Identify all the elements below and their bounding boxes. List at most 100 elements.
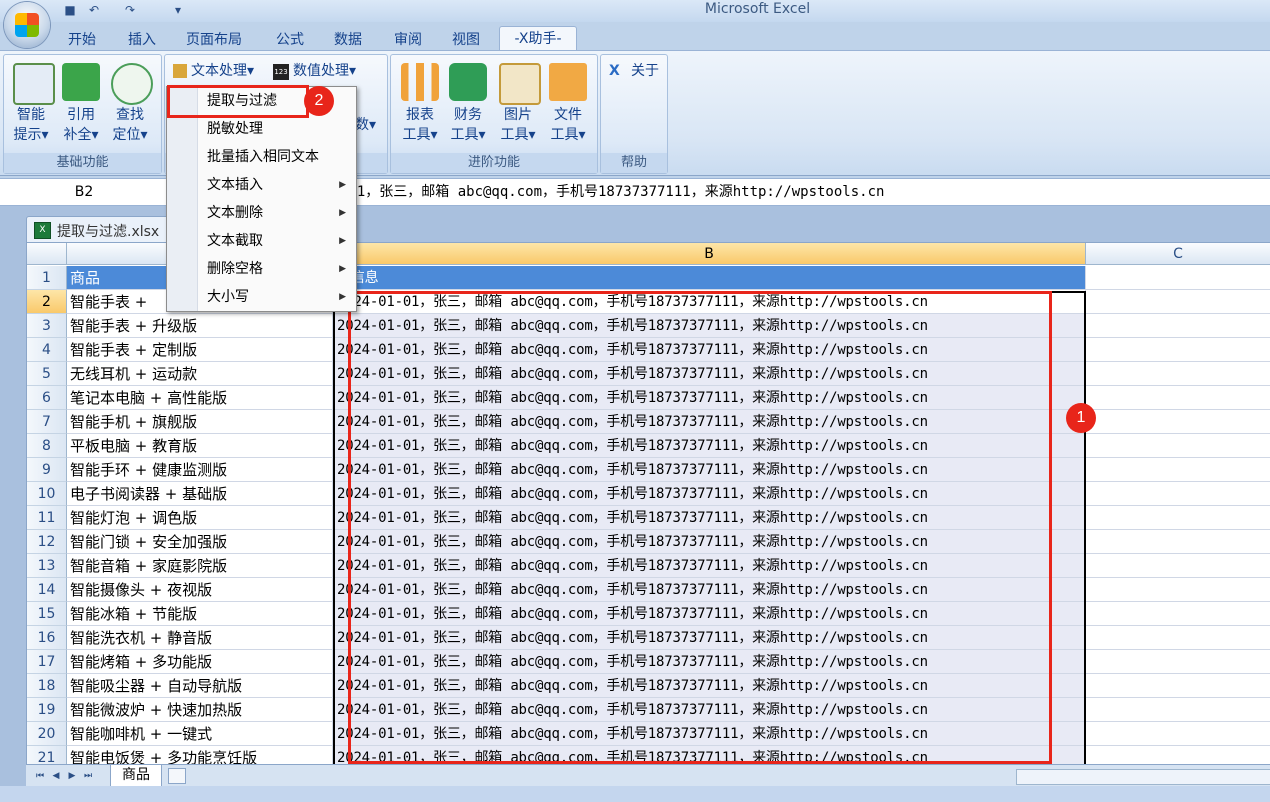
- report-tools-icon[interactable]: [401, 63, 439, 101]
- row-header[interactable]: 1: [27, 266, 67, 290]
- product-cell[interactable]: 智能手表 + 升级版: [67, 314, 333, 338]
- empty-cell[interactable]: [1086, 266, 1270, 290]
- row-header[interactable]: 14: [27, 578, 67, 602]
- product-cell[interactable]: 平板电脑 + 教育版: [67, 434, 333, 458]
- workbook-window-tab[interactable]: X 提取与过滤.xlsx: [26, 216, 178, 243]
- first-sheet-icon[interactable]: ⏮: [34, 769, 46, 783]
- row-header[interactable]: 21: [27, 746, 67, 765]
- next-sheet-icon[interactable]: ▶: [66, 769, 78, 783]
- quick-access-dropdown-icon[interactable]: ▾: [170, 3, 186, 19]
- product-cell[interactable]: 智能灯泡 + 调色版: [67, 506, 333, 530]
- row-header[interactable]: 2: [27, 290, 67, 314]
- product-cell[interactable]: 智能音箱 + 家庭影院版: [67, 554, 333, 578]
- row-header[interactable]: 7: [27, 410, 67, 434]
- empty-cell[interactable]: [1086, 746, 1270, 765]
- select-all-corner[interactable]: [27, 243, 67, 265]
- row-header[interactable]: 4: [27, 338, 67, 362]
- product-cell[interactable]: 智能摄像头 + 夜视版: [67, 578, 333, 602]
- reference-complete-icon[interactable]: [62, 63, 100, 101]
- menu-item[interactable]: 文本删除 ▶: [167, 199, 356, 227]
- product-cell[interactable]: 智能手环 + 健康监测版: [67, 458, 333, 482]
- empty-cell[interactable]: [1086, 338, 1270, 362]
- row-header[interactable]: 15: [27, 602, 67, 626]
- row-header[interactable]: 10: [27, 482, 67, 506]
- about-button[interactable]: 关于: [631, 61, 659, 81]
- row-header[interactable]: 19: [27, 698, 67, 722]
- empty-cell[interactable]: [1086, 578, 1270, 602]
- empty-cell[interactable]: [1086, 626, 1270, 650]
- empty-cell[interactable]: [1086, 698, 1270, 722]
- product-cell[interactable]: 智能洗衣机 + 静音版: [67, 626, 333, 650]
- menu-item[interactable]: 脱敏处理: [167, 115, 356, 143]
- undo-icon[interactable]: ↶: [86, 3, 102, 19]
- tab-formulas[interactable]: 公式: [276, 29, 304, 49]
- menu-item[interactable]: 文本插入 ▶: [167, 171, 356, 199]
- row-header[interactable]: 12: [27, 530, 67, 554]
- product-cell[interactable]: 智能电饭煲 + 多功能烹饪版: [67, 746, 333, 765]
- finance-tools-icon[interactable]: [449, 63, 487, 101]
- tab-x-helper[interactable]: -X助手-: [499, 26, 577, 51]
- smart-hint-icon[interactable]: [13, 63, 55, 105]
- tab-insert[interactable]: 插入: [128, 29, 156, 49]
- row-header[interactable]: 16: [27, 626, 67, 650]
- empty-cell[interactable]: [1086, 410, 1270, 434]
- tab-home[interactable]: 开始: [68, 29, 96, 49]
- empty-cell[interactable]: [1086, 314, 1270, 338]
- report-tools-label[interactable]: 报表: [397, 105, 443, 125]
- row-header[interactable]: 3: [27, 314, 67, 338]
- header-cell-purchase-info[interactable]: 买信息: [333, 266, 1086, 290]
- finance-tools-dropdown[interactable]: 工具▾: [445, 125, 491, 145]
- empty-cell[interactable]: [1086, 386, 1270, 410]
- empty-cell[interactable]: [1086, 674, 1270, 698]
- prev-sheet-icon[interactable]: ◀: [50, 769, 62, 783]
- save-icon[interactable]: ■: [62, 3, 78, 19]
- empty-cell[interactable]: [1086, 458, 1270, 482]
- insert-sheet-icon[interactable]: [168, 768, 186, 784]
- column-header-b[interactable]: B: [333, 243, 1086, 265]
- product-cell[interactable]: 智能冰箱 + 节能版: [67, 602, 333, 626]
- empty-cell[interactable]: [1086, 434, 1270, 458]
- horizontal-scrollbar[interactable]: [1016, 769, 1270, 785]
- last-sheet-icon[interactable]: ⏭: [82, 769, 94, 783]
- product-cell[interactable]: 智能门锁 + 安全加强版: [67, 530, 333, 554]
- find-locate-icon[interactable]: [111, 63, 153, 105]
- formula-input[interactable]: -01，张三，邮箱 abc@qq.com，手机号18737377111，来源ht…: [340, 179, 884, 205]
- file-tools-label[interactable]: 文件: [545, 105, 591, 125]
- image-tools-dropdown[interactable]: 工具▾: [495, 125, 541, 145]
- tab-view[interactable]: 视图: [452, 29, 480, 49]
- product-cell[interactable]: 笔记本电脑 + 高性能版: [67, 386, 333, 410]
- row-header[interactable]: 5: [27, 362, 67, 386]
- row-header[interactable]: 11: [27, 506, 67, 530]
- menu-item[interactable]: 大小写 ▶: [167, 283, 356, 311]
- row-header[interactable]: 18: [27, 674, 67, 698]
- file-tools-icon[interactable]: [549, 63, 587, 101]
- file-tools-dropdown[interactable]: 工具▾: [545, 125, 591, 145]
- product-cell[interactable]: 电子书阅读器 + 基础版: [67, 482, 333, 506]
- empty-cell[interactable]: [1086, 722, 1270, 746]
- row-header[interactable]: 6: [27, 386, 67, 410]
- empty-cell[interactable]: [1086, 602, 1270, 626]
- product-cell[interactable]: 智能微波炉 + 快速加热版: [67, 698, 333, 722]
- product-cell[interactable]: 智能手表 + 定制版: [67, 338, 333, 362]
- text-processing-button[interactable]: 文本处理▾: [191, 61, 254, 81]
- product-cell[interactable]: 无线耳机 + 运动款: [67, 362, 333, 386]
- row-header[interactable]: 13: [27, 554, 67, 578]
- product-cell[interactable]: 智能手机 + 旗舰版: [67, 410, 333, 434]
- number-processing-button[interactable]: 数值处理▾: [293, 61, 356, 81]
- row-header[interactable]: 17: [27, 650, 67, 674]
- reference-complete-label[interactable]: 引用: [58, 105, 104, 125]
- menu-item[interactable]: 文本截取 ▶: [167, 227, 356, 255]
- smart-hint-dropdown[interactable]: 提示▾: [8, 125, 54, 145]
- image-tools-label[interactable]: 图片: [495, 105, 541, 125]
- row-header[interactable]: 8: [27, 434, 67, 458]
- find-locate-label[interactable]: 查找: [107, 105, 153, 125]
- number-partial-button[interactable]: 数▾: [355, 115, 376, 135]
- product-cell[interactable]: 智能吸尘器 + 自动导航版: [67, 674, 333, 698]
- empty-cell[interactable]: [1086, 530, 1270, 554]
- row-header[interactable]: 20: [27, 722, 67, 746]
- redo-icon[interactable]: ↷: [122, 3, 138, 19]
- sheet-tab-products[interactable]: 商品: [110, 765, 162, 788]
- find-locate-dropdown[interactable]: 定位▾: [107, 125, 153, 145]
- empty-cell[interactable]: [1086, 482, 1270, 506]
- empty-cell[interactable]: [1086, 506, 1270, 530]
